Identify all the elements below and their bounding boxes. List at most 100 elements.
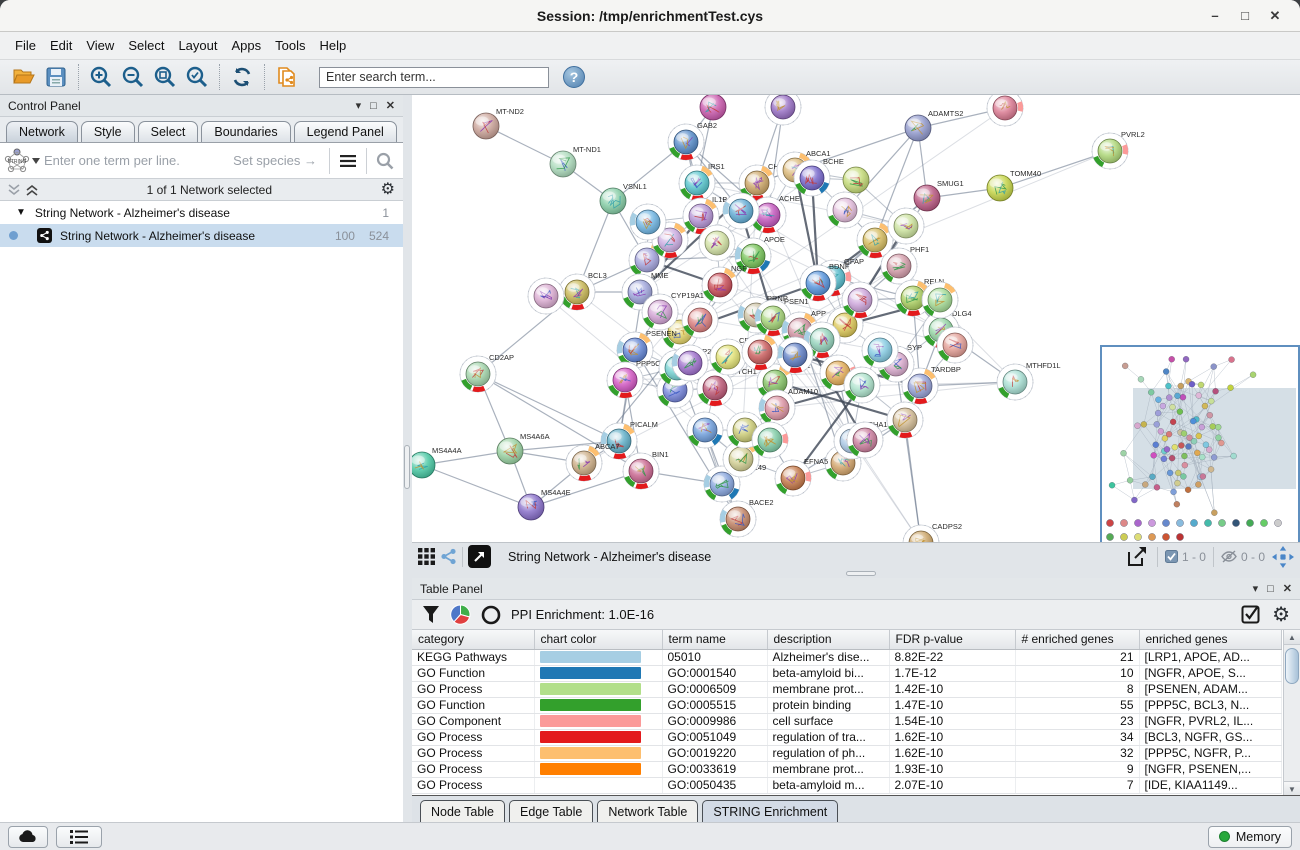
set-species-hint[interactable]: Set species → — [233, 153, 317, 168]
cell[interactable]: 1.62E-10 — [889, 729, 1015, 745]
network-node[interactable] — [844, 367, 880, 403]
tree-expand-icon[interactable]: ▼ — [16, 207, 26, 218]
network-node[interactable]: ADAM10 — [759, 387, 818, 426]
column-header-enriched-genes[interactable]: enriched genes — [1139, 630, 1281, 649]
network-node[interactable] — [937, 327, 973, 363]
network-node[interactable] — [862, 332, 898, 368]
table-row[interactable]: GO ProcessGO:0033619membrane prot...1.93… — [412, 761, 1281, 777]
tab-node-table[interactable]: Node Table — [420, 800, 505, 822]
export-view-icon[interactable] — [1126, 546, 1150, 568]
cell[interactable]: GO Component — [412, 713, 534, 729]
cell[interactable]: 8.82E-22 — [889, 649, 1015, 665]
cell[interactable]: GO:0033619 — [662, 761, 767, 777]
panel-close-icon[interactable]: ✕ — [1283, 582, 1292, 595]
cell[interactable]: 1.62E-10 — [889, 745, 1015, 761]
menu-select[interactable]: Select — [121, 35, 171, 56]
network-node[interactable] — [887, 402, 923, 438]
splitter-grip[interactable] — [404, 445, 410, 489]
network-node[interactable]: PVRL2 — [1092, 130, 1145, 169]
panel-float-icon[interactable]: □ — [370, 100, 377, 112]
network-node[interactable] — [777, 337, 813, 373]
menu-edit[interactable]: Edit — [43, 35, 79, 56]
string-terms-input[interactable] — [44, 153, 233, 168]
birds-eye-view[interactable] — [1100, 345, 1300, 542]
menu-apps[interactable]: Apps — [225, 35, 269, 56]
network-node[interactable] — [723, 193, 759, 229]
splitter-grip-h[interactable] — [846, 571, 876, 576]
cell-chart-color[interactable] — [534, 681, 662, 697]
cell[interactable]: [NGFR, APOE, S... — [1139, 665, 1281, 681]
tab-edge-table[interactable]: Edge Table — [509, 800, 593, 822]
panel-menu-icon[interactable]: ▾ — [356, 99, 362, 112]
cell[interactable]: 1.54E-10 — [889, 713, 1015, 729]
network-node[interactable] — [687, 412, 723, 448]
network-collection-row[interactable]: ▼ String Network - Alzheimer's disease 1 — [0, 201, 403, 224]
string-options-button[interactable] — [330, 144, 366, 178]
cell[interactable]: 23 — [1015, 713, 1139, 729]
cell[interactable]: GO Process — [412, 745, 534, 761]
detach-view-button[interactable] — [468, 545, 491, 568]
cell[interactable]: GO:0019220 — [662, 745, 767, 761]
cell[interactable]: [PPP5C, NGFR, P... — [1139, 745, 1281, 761]
cell-chart-color[interactable] — [534, 665, 662, 681]
cell[interactable]: 9 — [1015, 761, 1139, 777]
network-row[interactable]: String Network - Alzheimer's disease 100… — [0, 224, 403, 247]
network-node[interactable] — [699, 225, 735, 261]
scroll-down-arrow[interactable]: ▼ — [1284, 781, 1300, 795]
cell[interactable]: [PSENEN, ADAM... — [1139, 681, 1281, 697]
network-node[interactable] — [842, 282, 878, 318]
cell[interactable]: 1.42E-10 — [889, 681, 1015, 697]
network-node[interactable]: MS4A4A — [412, 446, 462, 478]
cell[interactable]: 1.47E-10 — [889, 697, 1015, 713]
table-row[interactable]: KEGG Pathways05010Alzheimer's dise...8.8… — [412, 649, 1281, 665]
refresh-button[interactable] — [226, 63, 258, 91]
tab-select[interactable]: Select — [138, 121, 199, 142]
column-header-description[interactable]: description — [767, 630, 889, 649]
network-node[interactable] — [765, 95, 801, 125]
tab-network[interactable]: Network — [6, 121, 78, 142]
expand-all-icon[interactable] — [26, 184, 38, 196]
network-node[interactable]: CADPS2 — [903, 522, 962, 542]
network-node[interactable] — [857, 222, 893, 258]
cell[interactable]: [LRP1, APOE, AD... — [1139, 649, 1281, 665]
table-row[interactable]: GO ComponentGO:0009986cell surface1.54E-… — [412, 713, 1281, 729]
network-node[interactable] — [752, 422, 788, 458]
cell[interactable]: [IDE, KIAA1149... — [1139, 777, 1281, 793]
network-node[interactable] — [672, 345, 708, 381]
cell-chart-color[interactable] — [534, 713, 662, 729]
network-canvas[interactable]: MT-ND2MT-ND1VSNL1ADAMTS2PVRL2TOMM40SMUG1… — [412, 95, 1300, 542]
cell[interactable]: 1.7E-12 — [889, 665, 1015, 681]
column-header-chart-color[interactable]: chart color — [534, 630, 662, 649]
network-node[interactable] — [742, 334, 778, 370]
menu-file[interactable]: File — [8, 35, 43, 56]
gear-icon[interactable]: ⚙ — [381, 182, 395, 198]
cell[interactable]: 8 — [1015, 681, 1139, 697]
string-search-button[interactable] — [367, 144, 403, 178]
menu-help[interactable]: Help — [313, 35, 354, 56]
menu-view[interactable]: View — [79, 35, 121, 56]
network-node[interactable]: CD2AP — [460, 353, 514, 392]
network-node[interactable] — [827, 192, 863, 228]
tab-style[interactable]: Style — [81, 121, 135, 142]
maximize-button[interactable]: □ — [1230, 8, 1260, 23]
tab-network-table[interactable]: Network Table — [597, 800, 698, 822]
panel-close-icon[interactable]: ✕ — [386, 99, 395, 112]
settings-gear-icon[interactable]: ⚙ — [1272, 605, 1290, 625]
panel-float-icon[interactable]: □ — [1267, 583, 1274, 595]
pie-chart-icon[interactable] — [450, 604, 471, 625]
cell[interactable]: regulation of tra... — [767, 729, 889, 745]
cell[interactable]: GO:0009986 — [662, 713, 767, 729]
network-node[interactable] — [528, 278, 564, 314]
network-node[interactable]: MT-ND1 — [550, 145, 601, 177]
column-header-term-name[interactable]: term name — [662, 630, 767, 649]
cell[interactable]: 10 — [1015, 665, 1139, 681]
grid-view-icon[interactable] — [418, 548, 435, 565]
cell[interactable]: beta-amyloid m... — [767, 777, 889, 793]
column-header-category[interactable]: category — [412, 630, 534, 649]
cell[interactable]: GO Function — [412, 665, 534, 681]
cell[interactable]: [PPP5C, BCL3, N... — [1139, 697, 1281, 713]
network-node[interactable] — [843, 167, 869, 193]
cell[interactable]: GO:0051049 — [662, 729, 767, 745]
share-view-icon[interactable] — [440, 548, 457, 565]
column-header-FDR-p-value[interactable]: FDR p-value — [889, 630, 1015, 649]
